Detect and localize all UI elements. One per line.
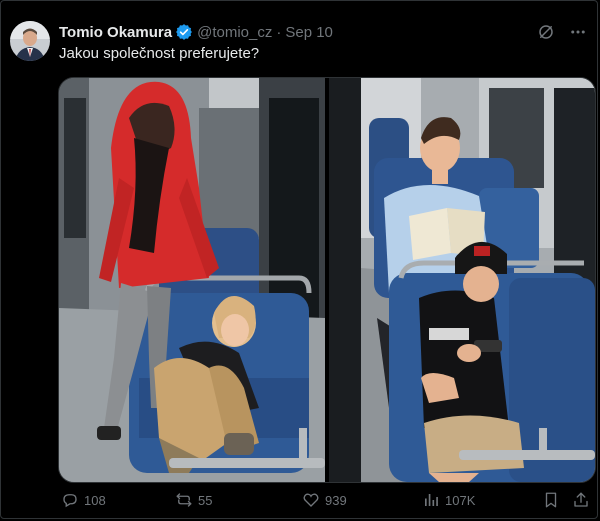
like-button[interactable]: 939 — [302, 491, 347, 509]
author-name[interactable]: Tomio Okamura — [59, 24, 172, 41]
more-icon[interactable] — [569, 23, 587, 46]
media-image-left[interactable] — [59, 78, 325, 482]
reply-icon — [61, 491, 79, 509]
tweet-card[interactable]: Tomio Okamura @tomio_cz · Sep 10 Jakou s… — [0, 0, 598, 519]
media-grid[interactable] — [58, 77, 596, 483]
tweet-actions: 108 55 939 107K — [58, 491, 594, 513]
top-actions — [537, 23, 587, 46]
tweet-text: Jakou společnost preferujete? — [59, 45, 260, 62]
views-count: 107K — [445, 492, 476, 508]
reply-count: 108 — [84, 492, 106, 508]
like-count: 939 — [325, 492, 347, 508]
repost-icon — [175, 491, 193, 509]
reply-button[interactable]: 108 — [61, 491, 106, 509]
views-button[interactable]: 107K — [422, 491, 475, 509]
verified-badge-icon — [175, 23, 193, 41]
like-icon — [302, 491, 320, 509]
share-button[interactable] — [572, 491, 590, 509]
views-icon — [422, 491, 440, 509]
bookmark-icon — [542, 491, 560, 509]
repost-button[interactable]: 55 — [175, 491, 212, 509]
grok-icon[interactable] — [537, 23, 555, 46]
share-icon — [572, 491, 590, 509]
repost-count: 55 — [198, 492, 213, 508]
tweet-header: Tomio Okamura @tomio_cz · Sep 10 — [59, 22, 333, 42]
author-handle[interactable]: @tomio_cz — [197, 24, 272, 41]
post-date[interactable]: Sep 10 — [285, 24, 333, 41]
avatar[interactable] — [10, 21, 50, 61]
media-image-right[interactable] — [329, 78, 595, 482]
bookmark-button[interactable] — [542, 491, 560, 509]
separator: · — [276, 23, 282, 41]
